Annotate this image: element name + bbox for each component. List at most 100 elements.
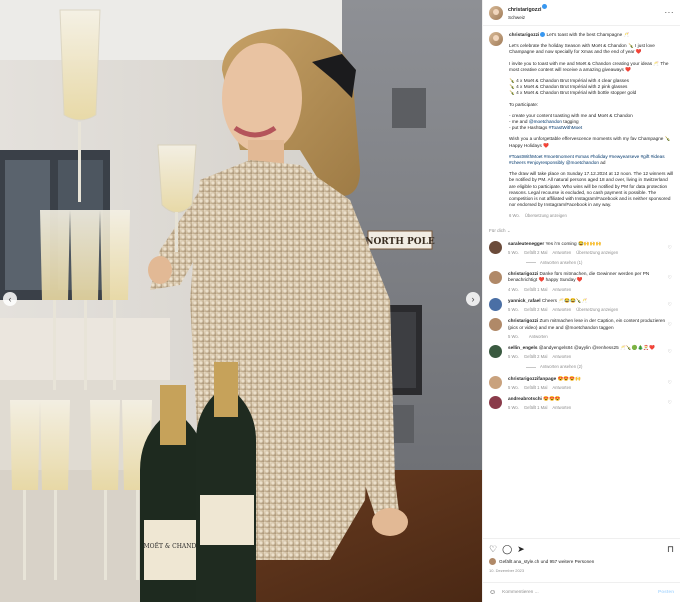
comment-text: 😍😍😍	[543, 395, 561, 401]
reply-button[interactable]: Antworten	[529, 334, 548, 339]
chevron-right-icon[interactable]: ›	[466, 292, 480, 306]
comment-filter[interactable]: Für dich ⌄	[489, 228, 674, 234]
caption-p3a: 🍾 4 x Moët & Chandon Brut Impérial with …	[509, 78, 629, 84]
comment-username[interactable]: sellin_engels	[508, 345, 537, 350]
heart-icon[interactable]: ♡	[489, 544, 497, 554]
comment-likes[interactable]: Gefällt 1 Mal	[524, 385, 548, 390]
reply-button[interactable]: Antworten	[552, 307, 571, 312]
comment-time: 5 Wo.	[508, 354, 519, 360]
comment-text: @andyengels84 @ayylin @renhess25 🥂🍾🟢🎄🎅❤️	[538, 344, 656, 350]
add-comment-bar: ☺ Kommentieren ... Posten	[483, 582, 680, 602]
avatar[interactable]	[489, 32, 503, 46]
bookmark-icon[interactable]: ⊓	[667, 544, 674, 554]
reply-button[interactable]: Antworten	[552, 405, 571, 410]
chevron-left-icon[interactable]: ‹	[3, 292, 17, 306]
caption-p4: To participate:	[509, 101, 539, 107]
comment-time: 4 Wo.	[508, 286, 519, 292]
comment-item: andreabrotschi 😍😍😍 5 Wo. Gefällt 1 Mal Antw…	[489, 395, 674, 411]
caption-p5a: - create your content toasting with me a…	[509, 112, 633, 118]
avatar[interactable]	[489, 240, 502, 254]
caption-time: 6 Wo.	[509, 213, 520, 219]
comments-list: saraleutenegger Yes i'm coming 😂🙌🙌🙌 5 Wo.…	[489, 240, 674, 412]
heart-icon[interactable]: ♡	[668, 245, 672, 251]
verified-icon	[542, 4, 548, 10]
heart-icon[interactable]: ♡	[668, 349, 672, 355]
comment-icon[interactable]: ◯	[502, 544, 512, 554]
comment-time: 5 Wo.	[508, 384, 519, 390]
verified-icon	[540, 32, 546, 38]
comment-likes[interactable]: Gefällt 1 Mal	[524, 405, 548, 410]
comment-item: sellin_engels @andyengels84 @ayylin @ren…	[489, 344, 674, 371]
comment-text: 😍😍😍🙌	[557, 375, 581, 381]
caption-line1: Let's toast with the best Champagne 🥂	[546, 32, 630, 37]
emoji-icon[interactable]: ☺	[489, 589, 496, 596]
mention-link[interactable]: @moetchandon	[529, 119, 562, 124]
comment-item: christarigozzi Danke fürs mitmachen, die…	[489, 271, 674, 293]
view-replies[interactable]: Antworten ansehen (1)	[526, 260, 668, 266]
comment-username[interactable]: andreabrotschi	[508, 396, 542, 401]
comment-likes[interactable]: Gefällt 1 Mal	[524, 287, 548, 292]
post-footer: ♡ ◯ ➤ ⊓ Gefällt ana_style.ch und 957 wei…	[483, 538, 680, 582]
comment-time: 5 Wo.	[508, 307, 519, 313]
comment-text: Cheers 🥂😂😂🍾🥂	[541, 297, 588, 303]
more-icon[interactable]: ···	[665, 8, 675, 17]
comment-likes[interactable]: Gefällt 2 Mal	[524, 307, 548, 312]
translate-link[interactable]: Übersetzung anzeigen	[576, 250, 618, 255]
reply-button[interactable]: Antworten	[552, 250, 571, 255]
caption-p3b: 🍾 4 x Moët & Chandon Brut Impérial with …	[509, 84, 628, 90]
avatar[interactable]	[489, 375, 502, 389]
post-sidebar: christarigozzi Schweiz ··· christarigozz…	[482, 0, 680, 602]
caption-p3c: 🍾 4 x Moët & Chandon Brut Impérial with …	[509, 90, 637, 96]
caption-p1: Let's celebrate the holiday Season with …	[509, 43, 655, 55]
comment-username[interactable]: christarigozzi	[508, 318, 538, 323]
comment-input[interactable]: Kommentieren ...	[502, 590, 539, 595]
heart-icon[interactable]: ♡	[668, 322, 672, 328]
share-icon[interactable]: ➤	[517, 544, 525, 554]
reply-button[interactable]: Antworten	[552, 385, 571, 390]
north-pole-sign: NORTH POLE	[365, 237, 435, 247]
hashtags[interactable]: #ToastWithMoet #moetmoment #xmas #holida…	[509, 154, 665, 165]
caption-username[interactable]: christarigozzi	[509, 32, 539, 37]
comment-time: 5 Wo.	[508, 333, 519, 339]
likes-text[interactable]: Gefällt ana_style.ch und 957 weitere Per…	[499, 559, 594, 564]
caption-p2: I invite you to toast with me and Moët &…	[509, 60, 669, 72]
avatar[interactable]	[489, 271, 502, 285]
caption: christarigozzi Let's toast with the best…	[489, 32, 674, 220]
avatar[interactable]	[489, 297, 502, 311]
comment-username[interactable]: yannick_rafael	[508, 298, 541, 303]
post-username[interactable]: christarigozzi	[508, 7, 541, 13]
post-date: 10. Dezember 2023	[489, 568, 525, 573]
hashtag-link[interactable]: #ToastWithMoet	[549, 125, 583, 130]
avatar[interactable]	[489, 5, 503, 20]
avatar[interactable]	[489, 318, 502, 332]
post-header: christarigozzi Schweiz ···	[483, 0, 680, 26]
heart-icon[interactable]: ♡	[668, 302, 672, 308]
heart-icon[interactable]: ♡	[668, 275, 672, 281]
comment-item: christarigozzi Zum mitmachen lese in der…	[489, 318, 674, 340]
avatar[interactable]	[489, 344, 502, 358]
reply-button[interactable]: Antworten	[552, 287, 571, 292]
translate-link[interactable]: Übersetzung anzeigen	[525, 213, 567, 218]
translate-link[interactable]: Übersetzung anzeigen	[576, 307, 618, 312]
heart-icon[interactable]: ♡	[668, 380, 672, 386]
post-photo: NORTH POLE MOËT & CHANDON	[0, 0, 482, 602]
comment-likes[interactable]: Gefällt 2 Mal	[524, 250, 548, 255]
comment-likes[interactable]: Gefällt 2 Mal	[524, 354, 548, 359]
comment-item: saraleutenegger Yes i'm coming 😂🙌🙌🙌 5 Wo.…	[489, 240, 674, 267]
comments-scroll[interactable]: christarigozzi Let's toast with the best…	[483, 26, 680, 538]
comment-username[interactable]: christarigozzifanpage	[508, 376, 556, 381]
heart-icon[interactable]: ♡	[668, 400, 672, 406]
comment-username[interactable]: saraleutenegger	[508, 241, 544, 246]
post-location[interactable]: Schweiz	[508, 14, 547, 22]
avatar[interactable]	[489, 558, 496, 565]
comment-time: 5 Wo.	[508, 405, 519, 411]
comment-item: yannick_rafael Cheers 🥂😂😂🍾🥂 5 Wo. Gefällt …	[489, 297, 674, 313]
comment-username[interactable]: christarigozzi	[508, 271, 538, 276]
caption-p7: The draw will take place on Sunday 17.12…	[509, 171, 674, 208]
view-replies[interactable]: Antworten ansehen (2)	[526, 364, 668, 370]
comment-time: 5 Wo.	[508, 249, 519, 255]
post-media[interactable]: NORTH POLE MOËT & CHANDON ‹ ›	[0, 0, 482, 602]
avatar[interactable]	[489, 395, 502, 409]
reply-button[interactable]: Antworten	[552, 354, 571, 359]
post-comment-button[interactable]: Posten	[658, 590, 674, 595]
